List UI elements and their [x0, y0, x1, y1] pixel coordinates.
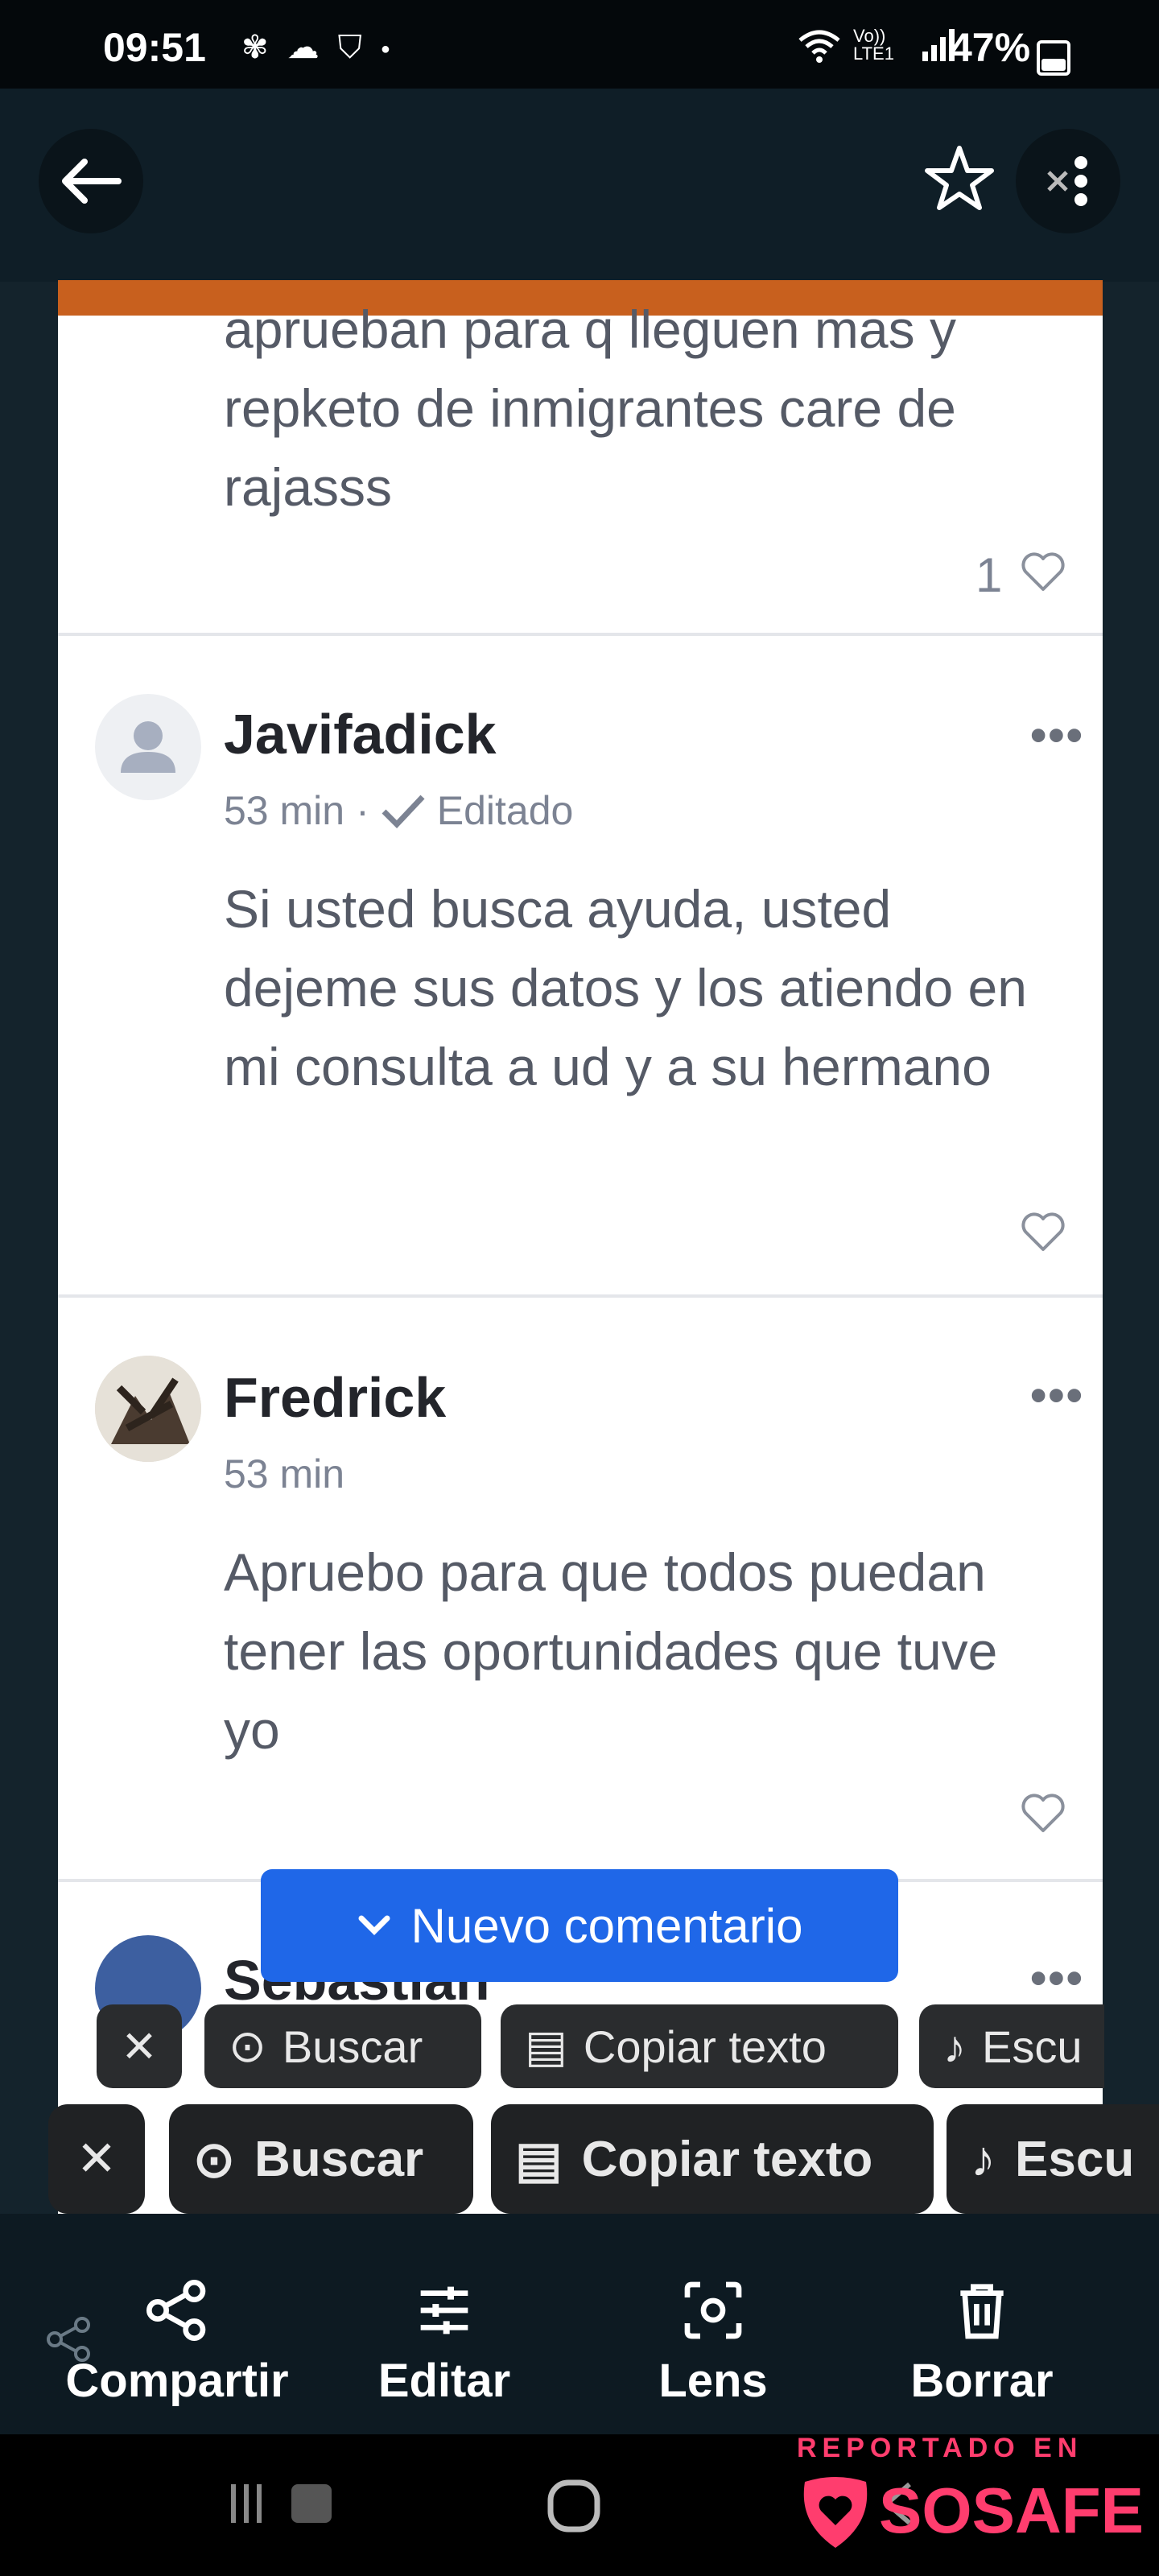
pinwheel-icon: ✾	[241, 30, 274, 65]
dot-icon: ●	[380, 39, 395, 58]
heart-icon	[1021, 1212, 1065, 1251]
lens-listen-label: Escu	[1015, 2131, 1135, 2187]
speaker-person-icon: ♪	[971, 2131, 996, 2187]
lens-close-chip[interactable]: ✕	[97, 2004, 182, 2088]
comment-2-like-button[interactable]	[1021, 1212, 1066, 1257]
speaker-person-icon: ♪	[943, 2021, 966, 2072]
lens-icon: ⊙	[229, 2021, 266, 2071]
comment-2-edited: Editado	[436, 788, 574, 833]
battery-percent: 47%	[950, 25, 1031, 70]
lens-copy-chip[interactable]: ▤ Copiar texto	[491, 2104, 934, 2214]
avatar-placeholder[interactable]	[95, 694, 201, 800]
status-signal-group: Vo)) LTE1	[797, 27, 956, 63]
watermark-brand: SOSAFE	[879, 2475, 1144, 2546]
lens-icon: ⊙	[193, 2132, 235, 2188]
wifi-icon	[798, 30, 840, 63]
share-icon	[146, 2280, 206, 2341]
close-icon: ✕	[121, 2022, 158, 2071]
lens-copy-label: Copiar texto	[581, 2131, 873, 2187]
comment-3-like-button[interactable]	[1021, 1794, 1066, 1838]
sosafe-shield-icon	[803, 2477, 868, 2548]
lens-copy-label: Copiar texto	[583, 2021, 827, 2072]
document-icon: ▤	[515, 2132, 563, 2188]
cloud-icon: ☁	[287, 30, 324, 65]
more-horizontal-icon: •••	[1030, 1952, 1084, 2004]
lens-search-chip[interactable]: ⊙ Buscar	[169, 2104, 473, 2214]
heart-icon	[1021, 1794, 1065, 1832]
new-comment-button[interactable]: Nuevo comentario	[261, 1869, 898, 1982]
back-button[interactable]	[39, 129, 143, 233]
shield-icon: ⛉	[337, 30, 367, 65]
arrow-left-icon	[62, 159, 122, 204]
comment-2-meta: 53 min · Editado	[224, 787, 573, 834]
home-button[interactable]	[546, 2478, 602, 2538]
share-button[interactable]: Compartir	[56, 2278, 298, 2408]
recents-icon	[231, 2484, 332, 2523]
person-icon	[121, 721, 175, 773]
watermark-brand-row: SOSAFE	[797, 2471, 1144, 2551]
document-icon: ▤	[525, 2021, 567, 2071]
status-notification-icons: ✾ ☁ ⛉ ●	[241, 29, 395, 66]
share-label: Compartir	[65, 2355, 289, 2407]
lens-copy-chip[interactable]: ▤ Copiar texto	[501, 2004, 898, 2088]
network-label: Vo)) LTE1	[853, 26, 894, 64]
recents-button[interactable]	[225, 2479, 338, 2532]
comment-1-like-button[interactable]	[1021, 552, 1066, 597]
lens-listen-chip[interactable]: ♪ Escu	[947, 2104, 1159, 2214]
comment-1-like-count: 1	[975, 548, 1003, 602]
comment-3-text: Apruebo para que todos puedan tener las …	[224, 1542, 998, 1760]
sliders-icon	[420, 2286, 468, 2334]
chevron-down-icon	[358, 1915, 390, 1935]
more-options-button[interactable]	[1016, 129, 1120, 233]
lens-listen-chip[interactable]: ♪ Escu	[919, 2004, 1104, 2088]
lens-chip-row: ✕ ⊙ Buscar ▤ Copiar texto ♪ Escu	[48, 2104, 1159, 2214]
new-comment-label: Nuevo comentario	[410, 1898, 803, 1953]
more-vertical-icon	[1047, 156, 1087, 206]
comment-3-author[interactable]: Fredrick	[224, 1365, 446, 1430]
lens-label: Lens	[658, 2355, 768, 2407]
delete-label: Borrar	[910, 2355, 1054, 2407]
avatar-image	[95, 1356, 201, 1462]
delete-button[interactable]: Borrar	[861, 2278, 1103, 2408]
star-icon	[925, 146, 994, 210]
status-time: 09:51	[103, 25, 206, 70]
avatar-photo[interactable]	[95, 1356, 201, 1462]
lens-search-label: Buscar	[254, 2131, 424, 2187]
watermark-caption: REPORTADO EN	[797, 2433, 1083, 2463]
lens-close-chip[interactable]: ✕	[48, 2104, 145, 2214]
separator-dot: ·	[356, 788, 369, 833]
comment-2-options-button[interactable]: •••	[1030, 708, 1084, 762]
heart-icon	[1021, 552, 1065, 591]
home-icon	[547, 2479, 600, 2533]
close-icon: ✕	[76, 2132, 118, 2186]
lens-chip-row-inner: ✕ ⊙ Buscar ▤ Copiar texto ♪ Escu	[97, 2004, 1104, 2088]
edit-button[interactable]: Editar	[324, 2278, 565, 2408]
lens-icon	[684, 2281, 742, 2339]
comment-3-options-button[interactable]: •••	[1030, 1368, 1084, 1422]
comment-4-options-button[interactable]: •••	[1030, 1951, 1084, 2005]
comment-2-time: 53 min	[224, 788, 345, 833]
lens-search-chip[interactable]: ⊙ Buscar	[204, 2004, 481, 2088]
sosafe-watermark: REPORTADO EN SOSAFE	[797, 2433, 1144, 2551]
edit-label: Editar	[377, 2355, 511, 2407]
more-horizontal-icon: •••	[1030, 709, 1084, 762]
lens-listen-label: Escu	[982, 2021, 1083, 2072]
comment-2-text: Si usted busca ayuda, usted dejeme sus d…	[224, 879, 1027, 1096]
lens-search-label: Buscar	[282, 2021, 423, 2072]
comment-1-text: aprueban para q lleguen mas y repketo de…	[224, 299, 956, 517]
comment-3-time: 53 min	[224, 1451, 345, 1496]
trash-icon	[960, 2284, 1004, 2339]
comment-2-author[interactable]: Javifadick	[224, 702, 497, 766]
battery-icon	[1037, 40, 1070, 76]
check-icon	[382, 795, 425, 829]
favorite-button[interactable]	[924, 143, 995, 217]
lens-button[interactable]: Lens	[592, 2278, 834, 2408]
more-horizontal-icon: •••	[1030, 1369, 1084, 1422]
